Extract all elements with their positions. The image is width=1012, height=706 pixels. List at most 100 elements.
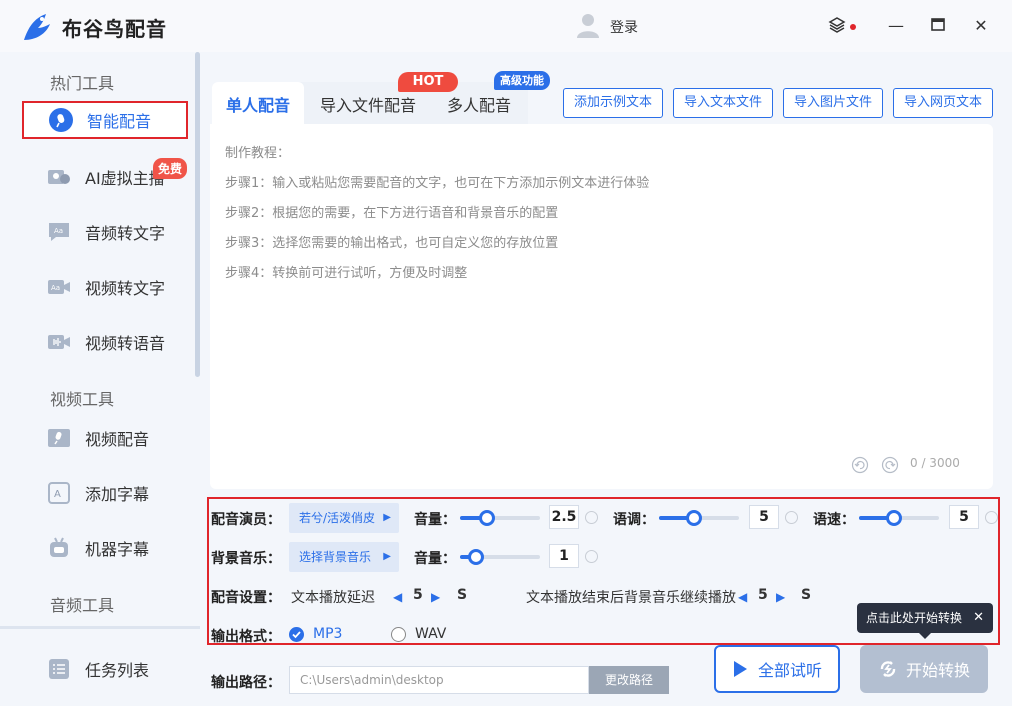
output-path-input[interactable]: C:\Users\admin\desktop <box>289 666 589 694</box>
speed-value-box[interactable]: 5 <box>949 505 979 529</box>
bgm-select[interactable]: 选择背景音乐 ▶ <box>289 542 399 572</box>
video-text-icon: Aa <box>47 275 71 299</box>
char-counter: 0 / 3000 <box>910 456 960 470</box>
voice-value: 若兮/活泼俏皮 <box>299 511 376 525</box>
sidebar-item-label: 智能配音 <box>87 112 152 131</box>
sidebar-item-label: 视频转文字 <box>85 279 166 298</box>
decrease-delay-icon[interactable]: ◀ <box>393 590 402 604</box>
bgm-volume-value-box[interactable]: 1 <box>549 544 579 568</box>
import-webpage-text-button[interactable]: 导入网页文本 <box>893 88 993 118</box>
sidebar-item-add-subtitle[interactable]: A 添加字幕 <box>22 474 188 512</box>
sidebar-item-label: 添加字幕 <box>85 485 150 504</box>
wav-radio[interactable] <box>391 627 406 642</box>
sidebar-divider <box>0 626 200 629</box>
guide-step-4: 步骤4：转换前可进行试听，方便及时调整 <box>225 266 468 281</box>
volume-slider[interactable] <box>460 510 540 526</box>
video-voice-icon <box>47 330 71 354</box>
reset-icon[interactable] <box>985 511 998 524</box>
task-list-icon <box>47 657 71 681</box>
voice-label: 配音演员： <box>211 512 281 528</box>
sidebar-item-label: 机器字幕 <box>85 540 150 559</box>
slider-knob[interactable] <box>468 549 484 565</box>
wav-label[interactable]: WAV <box>415 626 446 642</box>
layers-icon[interactable] <box>827 16 847 36</box>
sidebar-item-task-list[interactable]: 任务列表 <box>22 650 188 688</box>
undo-icon[interactable] <box>851 456 869 474</box>
sidebar-item-video-to-text[interactable]: Aa 视频转文字 <box>22 268 188 306</box>
maximize-icon[interactable] <box>928 16 948 36</box>
mic-icon <box>49 108 73 132</box>
login-link[interactable]: 登录 <box>610 17 638 37</box>
voice-select[interactable]: 若兮/活泼俏皮 ▶ <box>289 503 399 533</box>
mp3-radio[interactable] <box>289 627 304 642</box>
delay-unit: S <box>457 587 468 603</box>
listen-all-button[interactable]: 全部试听 <box>714 645 840 693</box>
avatar-host-icon <box>47 165 71 189</box>
delay-label: 文本播放延迟 <box>291 590 375 606</box>
sidebar-item-label: 任务列表 <box>85 661 150 680</box>
app-title: 布谷鸟配音 <box>62 17 167 41</box>
convert-icon <box>880 661 896 677</box>
audio-text-icon: Aa <box>47 220 71 244</box>
svg-text:Aa: Aa <box>51 284 60 292</box>
change-path-button[interactable]: 更改路径 <box>589 666 669 694</box>
minimize-icon[interactable]: — <box>886 16 906 36</box>
sidebar-item-smart-dub[interactable]: 智能配音 <box>22 101 188 139</box>
mp3-label[interactable]: MP3 <box>313 626 342 642</box>
increase-delay-icon[interactable]: ▶ <box>431 590 440 604</box>
import-image-file-button[interactable]: 导入图片文件 <box>783 88 883 118</box>
start-convert-label: 开始转换 <box>905 661 970 680</box>
reset-icon[interactable] <box>585 511 598 524</box>
sidebar-item-video-dub[interactable]: 视频配音 <box>22 419 188 457</box>
robot-icon <box>47 536 71 560</box>
svg-text:A: A <box>54 489 61 500</box>
bgm-volume-label: 音量： <box>414 551 456 567</box>
sidebar-item-label: 音频转文字 <box>85 224 166 243</box>
volume-value-box[interactable]: 2.5 <box>549 505 579 529</box>
delay-value[interactable]: 5 <box>413 587 423 603</box>
sidebar-scrollbar[interactable] <box>195 52 200 377</box>
redo-icon[interactable] <box>881 456 899 474</box>
guide-title: 制作教程： <box>225 146 291 161</box>
video-dub-icon <box>47 426 71 450</box>
close-icon[interactable]: ✕ <box>971 16 991 36</box>
bird-logo-icon <box>24 14 50 40</box>
speed-slider[interactable] <box>859 510 939 526</box>
sidebar-item-machine-subtitle[interactable]: 机器字幕 <box>22 529 188 567</box>
tab-single-dub[interactable]: 单人配音 <box>226 92 290 116</box>
listen-all-label: 全部试听 <box>757 661 822 680</box>
sidebar-item-audio-to-text[interactable]: Aa 音频转文字 <box>22 213 188 251</box>
start-convert-button[interactable]: 开始转换 <box>860 645 988 693</box>
bgm-continue-label: 文本播放结束后背景音乐继续播放 <box>526 590 736 606</box>
section-hot-tools: 热门工具 <box>50 74 115 93</box>
add-sample-text-button[interactable]: 添加示例文本 <box>563 88 663 118</box>
svg-text:Aa: Aa <box>54 227 63 235</box>
decrease-bgm-continue-icon[interactable]: ◀ <box>738 590 747 604</box>
advanced-badge: 高级功能 <box>494 71 550 90</box>
config-label: 配音设置： <box>211 590 281 606</box>
tooltip-close-icon[interactable]: ✕ <box>973 603 984 633</box>
pitch-slider[interactable] <box>659 510 739 526</box>
volume-label: 音量： <box>414 512 456 528</box>
bgm-continue-value[interactable]: 5 <box>758 587 768 603</box>
tab-multi-dub[interactable]: 多人配音 <box>447 92 511 116</box>
section-audio-tools: 音频工具 <box>50 596 115 615</box>
bgm-label: 背景音乐： <box>211 551 281 567</box>
import-text-file-button[interactable]: 导入文本文件 <box>673 88 773 118</box>
bgm-continue-unit: S <box>801 587 812 603</box>
reset-icon[interactable] <box>585 550 598 563</box>
subtitle-icon: A <box>47 481 71 505</box>
guide-step-1: 步骤1：输入或粘贴您需要配音的文字，也可在下方添加示例文本进行体验 <box>225 176 650 191</box>
format-label: 输出格式： <box>211 629 281 645</box>
increase-bgm-continue-icon[interactable]: ▶ <box>776 590 785 604</box>
pitch-value-box[interactable]: 5 <box>749 505 779 529</box>
hot-badge: HOT <box>398 72 458 92</box>
section-video-tools: 视频工具 <box>50 390 115 409</box>
reset-icon[interactable] <box>785 511 798 524</box>
sidebar-item-video-to-voice[interactable]: 视频转语音 <box>22 323 188 361</box>
user-avatar-icon[interactable] <box>576 12 600 38</box>
tab-import-file-dub[interactable]: 导入文件配音 <box>320 92 416 116</box>
bgm-value: 选择背景音乐 <box>299 550 372 564</box>
bgm-volume-slider[interactable] <box>460 549 540 565</box>
start-tooltip: 点击此处开始转换 ✕ <box>857 603 993 639</box>
